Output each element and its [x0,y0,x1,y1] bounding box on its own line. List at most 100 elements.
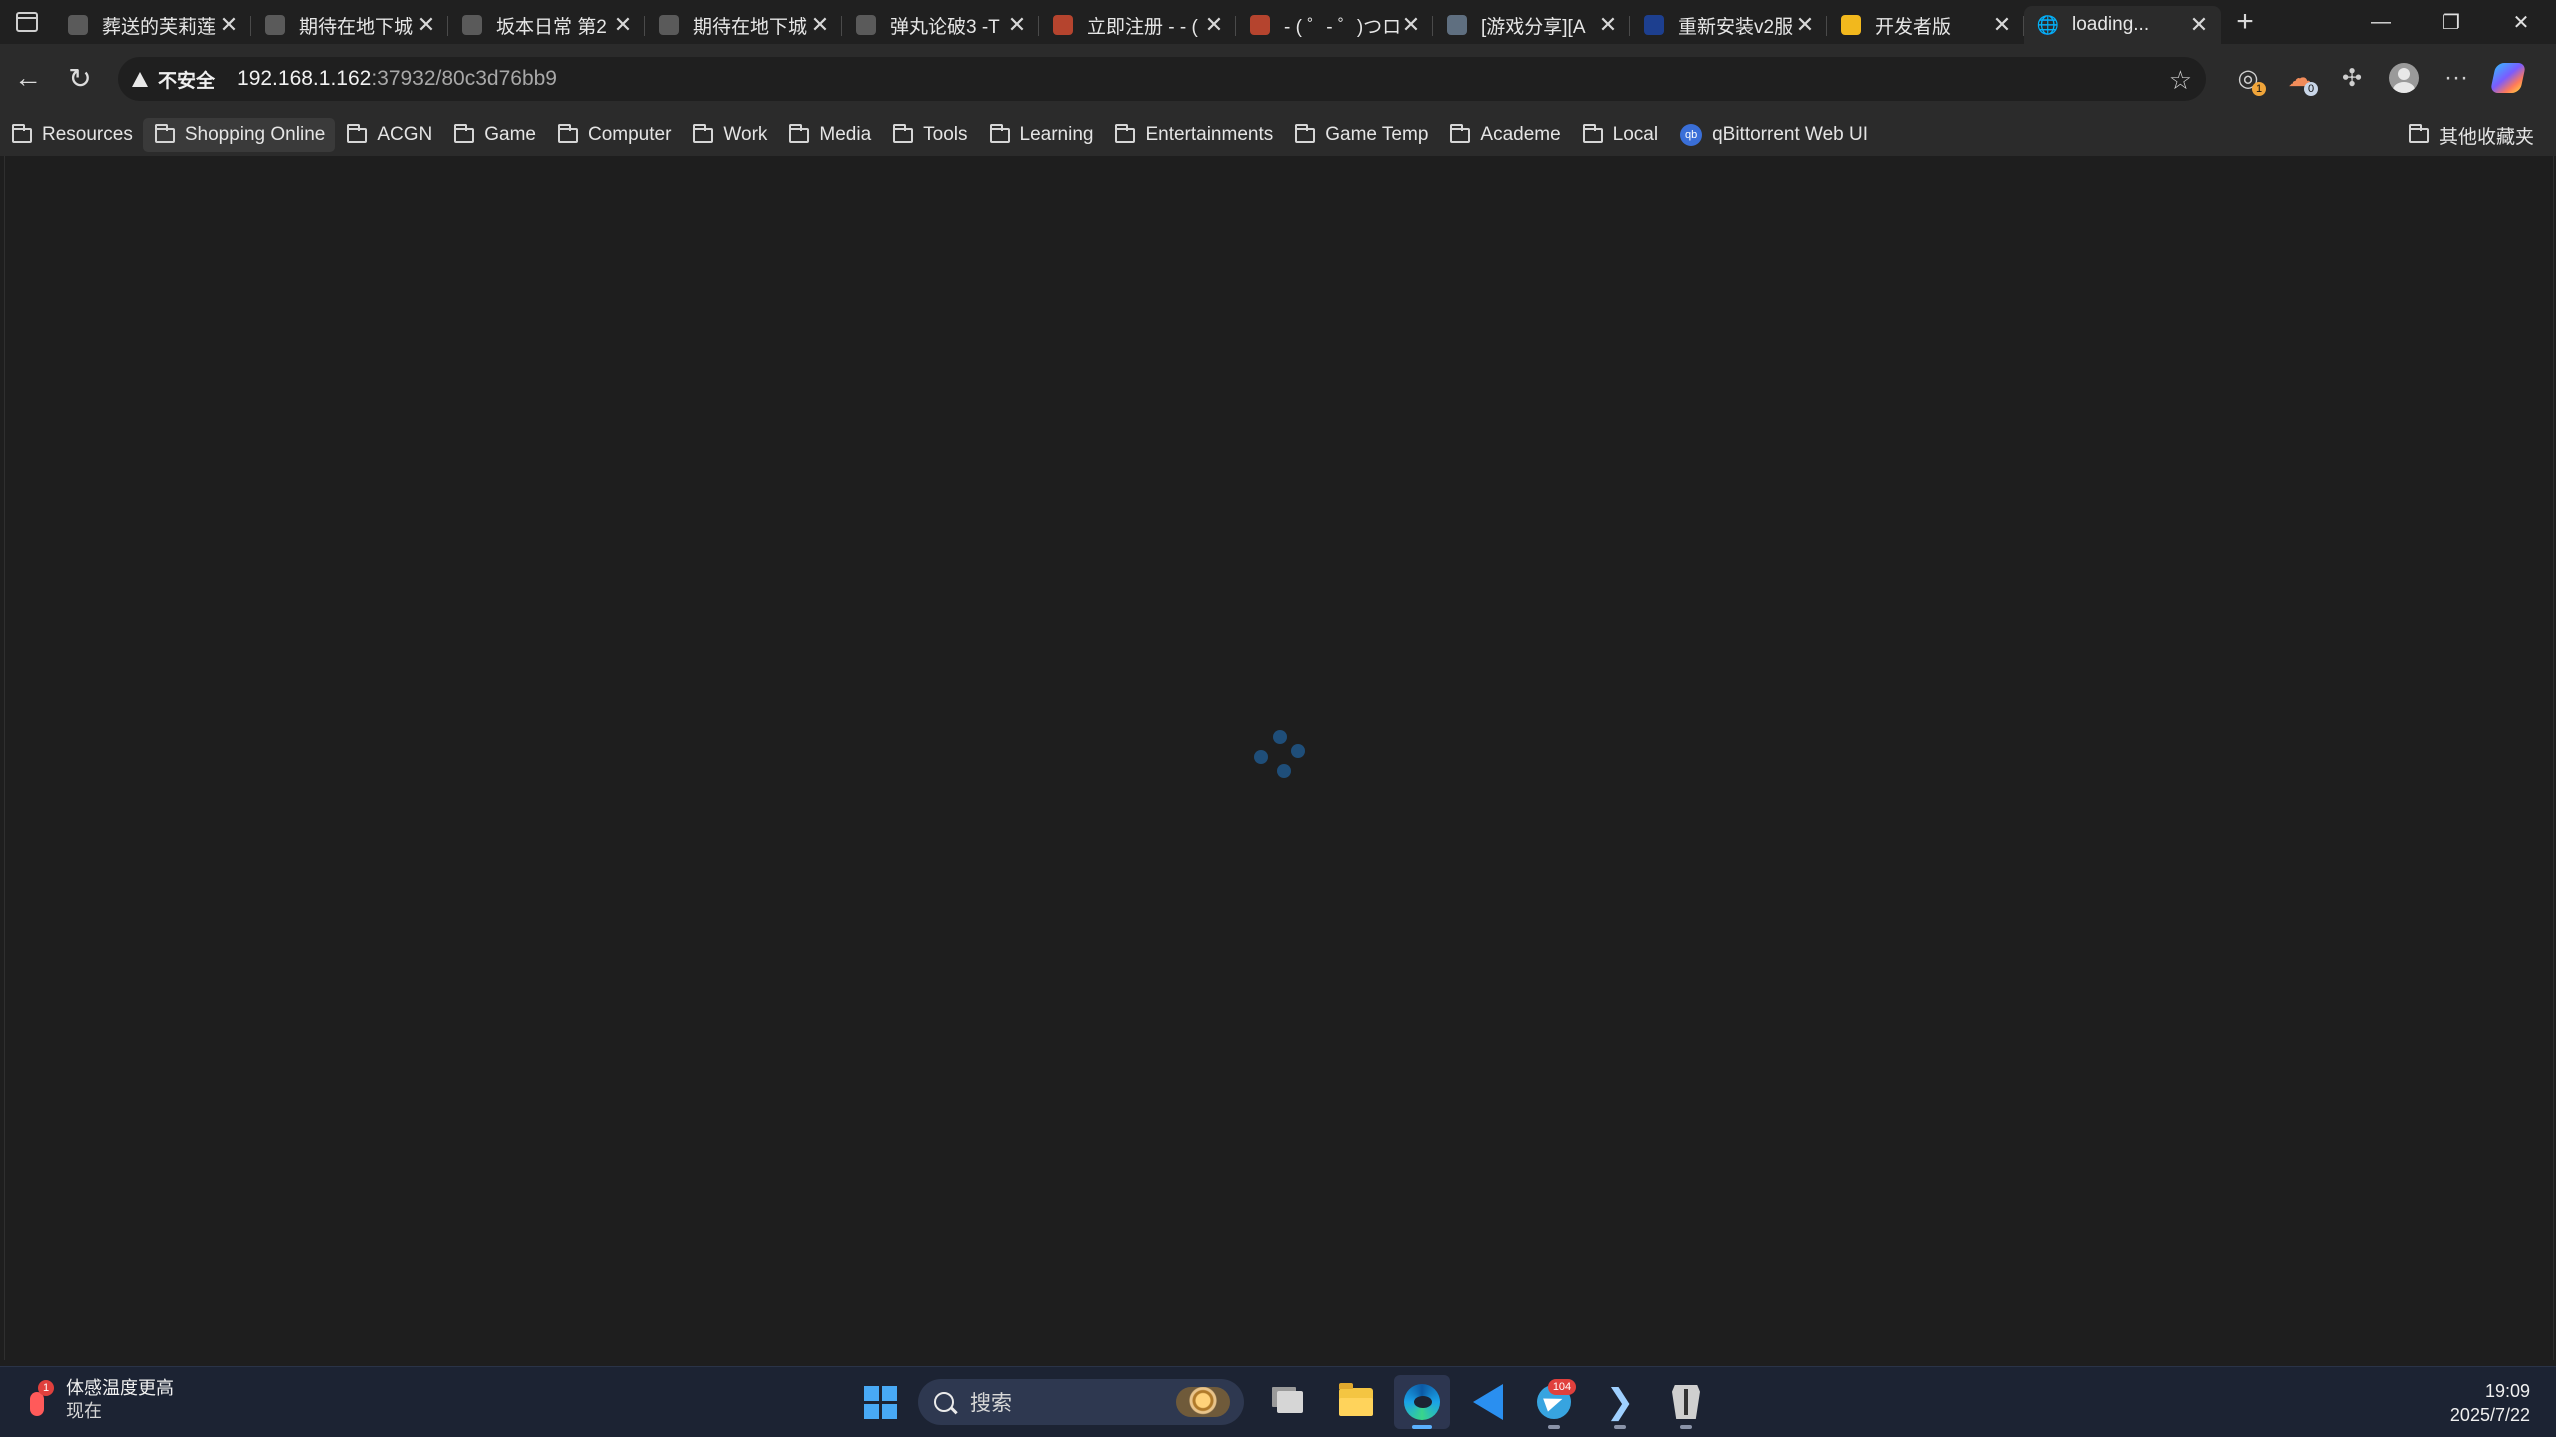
profile-button[interactable] [2378,58,2430,98]
bookmark-label: Learning [1019,124,1094,145]
tab-6[interactable]: - ( ゜- ゜)つロ ✕ [1236,6,1433,44]
tab-close-button[interactable]: ✕ [1399,13,1423,37]
bookmark-shopping-online[interactable]: Shopping Online [142,118,336,152]
tab-title: 葬送的芙莉莲 [102,16,217,38]
bookmark-academe[interactable]: Academe [1438,118,1570,152]
folder-icon [12,123,32,143]
tab-7[interactable]: [游戏分享][A ✕ [1433,6,1630,44]
spinner-dot [1291,744,1305,758]
terminal-button[interactable]: ❯ [1592,1375,1648,1429]
spinner-dot [1254,750,1268,764]
bookmarks-bar: Resources Shopping Online ACGN Game Computer… [0,114,2556,156]
tank-game-icon [1672,1385,1700,1419]
bookmark-tools[interactable]: Tools [881,118,977,152]
restore-button[interactable]: ❐ [2416,0,2486,44]
copilot-button[interactable] [2482,58,2534,98]
bookmark-label: Tools [923,124,968,145]
telegram-button[interactable]: 104 [1526,1375,1582,1429]
tab-close-button[interactable]: ✕ [1990,13,2014,37]
weather-line1: 体感温度更高 [66,1378,174,1398]
tab-close-button[interactable]: ✕ [1005,13,1029,37]
tab-close-button[interactable]: ✕ [1596,13,1620,37]
tab-2[interactable]: 坂本日常 第2 ✕ [448,6,645,44]
tab-actions-button[interactable] [0,0,54,44]
bookmark-local[interactable]: Local [1571,118,1668,152]
system-clock[interactable]: 19:09 2025/7/22 [2450,1379,2530,1427]
minimize-button[interactable]: — [2346,0,2416,44]
tab-9[interactable]: 开发者版 ✕ [1827,6,2024,44]
address-bar[interactable]: 不安全 192.168.1.162:37932/80c3d76bb9 ☆ [118,57,2206,101]
tab-close-button[interactable]: ✕ [808,13,832,37]
tab-title: 重新安装v2服 [1678,16,1793,38]
tab-close-button[interactable]: ✕ [217,13,241,37]
bookmark-game-temp[interactable]: Game Temp [1283,118,1438,152]
taskbar-search[interactable]: 搜索 [918,1379,1244,1425]
url-text[interactable]: 192.168.1.162:37932/80c3d76bb9 [237,67,557,91]
fs-logo-icon [1644,15,1664,35]
reload-button[interactable]: ↻ [60,58,100,98]
bookmark-game[interactable]: Game [442,118,546,152]
folder-icon [154,123,175,143]
clock-date: 2025/7/22 [2449,1405,2530,1425]
folder-icon [557,123,578,143]
extension-button-1[interactable]: ◎ 1 [2222,58,2274,98]
close-window-button[interactable]: ✕ [2486,0,2556,44]
bookmark-learning[interactable]: Learning [978,118,1104,152]
tab-close-button[interactable]: ✕ [2187,13,2211,37]
bookmark-label: Work [723,124,768,145]
bookmark-qbittorrent-web-ui[interactable]: qb qBittorrent Web UI [1668,118,1878,152]
bookmark-entertainments[interactable]: Entertainments [1103,118,1283,152]
taskbar: 1 体感温度更高 现在 搜索 104 ❯ 19:09 2025/7/22 [0,1366,2556,1437]
spinner-dot [1273,730,1287,744]
folder-icon [2408,123,2429,143]
weather-widget[interactable]: 1 体感温度更高 现在 [26,1377,174,1423]
tab-close-button[interactable]: ✕ [1793,13,1817,37]
tab-close-button[interactable]: ✕ [611,13,635,37]
tab-4[interactable]: 弹丸论破3 -T ✕ [842,6,1039,44]
folder-icon [1339,1383,1373,1416]
tab-10[interactable]: 🌐 loading... ✕ [2024,6,2221,44]
bookmark-label: Resources [42,124,133,145]
other-bookmarks-button[interactable]: 其他收藏夹 [2397,118,2544,152]
tab-0[interactable]: 葬送的芙莉莲 ✕ [54,6,251,44]
bookmark-media[interactable]: Media [777,118,881,152]
tab-title: 期待在地下城 [299,16,414,38]
weather-badge: 1 [38,1380,54,1396]
settings-menu-button[interactable]: ··· [2430,58,2482,98]
tab-3[interactable]: 期待在地下城 ✕ [645,6,842,44]
tab-8[interactable]: 重新安装v2服 ✕ [1630,6,1827,44]
tab-close-button[interactable]: ✕ [1202,13,1226,37]
favorite-star-icon[interactable]: ☆ [2169,65,2192,96]
bookmark-acgn[interactable]: ACGN [335,118,442,152]
edge-button[interactable] [1394,1375,1450,1429]
thermometer-icon: 1 [26,1380,54,1420]
vscode-button[interactable] [1460,1375,1516,1429]
window-controls: — ❐ ✕ [2346,0,2556,44]
anime-avatar-icon [462,15,482,35]
start-button[interactable] [852,1375,908,1429]
tab-title: 开发者版 [1875,16,1952,38]
bookmark-work[interactable]: Work [681,118,777,152]
bookmark-resources[interactable]: Resources [0,118,143,152]
bookmark-computer[interactable]: Computer [546,118,681,152]
tab-close-button[interactable]: ✕ [414,13,438,37]
tab-title: loading... [2072,14,2150,35]
game-launcher-button[interactable] [1658,1375,1714,1429]
file-explorer-button[interactable] [1328,1375,1384,1429]
browser-toolbar: ← ↻ 不安全 192.168.1.162:37932/80c3d76bb9 ☆… [0,44,2556,114]
new-tab-button[interactable]: + [2221,0,2269,44]
tab-title: 弹丸论破3 -T [890,16,1000,38]
folder-icon [454,123,475,143]
tab-strip: 葬送的芙莉莲 ✕ 期待在地下城 ✕ 坂本日常 第2 ✕ 期待在地下城 ✕ 弹丸论破3 -T ✕ 立即… [0,0,2556,44]
task-view-button[interactable] [1262,1375,1318,1429]
task-view-icon [1277,1391,1303,1413]
back-button[interactable]: ← [8,58,48,98]
tab-5[interactable]: 立即注册 - - (✕ [1039,6,1236,44]
tab-1[interactable]: 期待在地下城 ✕ [251,6,448,44]
extension-badge: 1 [2252,82,2266,96]
extension-button-2[interactable]: ☁ 0 [2274,58,2326,98]
thermometer-bulb [30,1392,44,1416]
extensions-button[interactable]: ✣ [2326,58,2378,98]
security-indicator[interactable]: 不安全 [132,66,215,93]
other-bookmarks-label: 其他收藏夹 [2438,126,2534,148]
